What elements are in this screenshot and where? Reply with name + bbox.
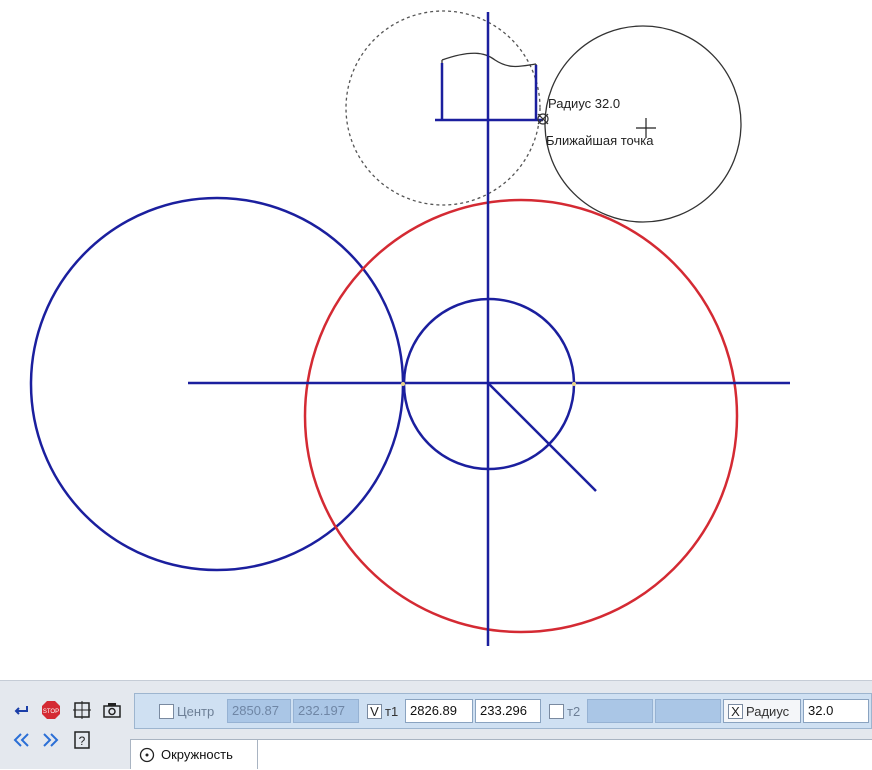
back-icon[interactable]	[10, 729, 32, 751]
snap-radius-label: Радиус 32.0	[548, 96, 621, 111]
radius-line	[488, 383, 597, 492]
center-checkbox[interactable]	[159, 704, 174, 719]
center-label: Центр	[177, 704, 215, 719]
tangent-marker	[401, 382, 405, 386]
forward-icon[interactable]	[40, 729, 62, 751]
help-icon[interactable]: ?	[71, 729, 93, 751]
svg-text:?: ?	[79, 734, 86, 748]
snap-icon[interactable]	[71, 699, 93, 721]
tab-strip	[258, 739, 872, 770]
snap-point-label: Ближайшая точка	[546, 133, 654, 148]
t1-checkbox[interactable]: V	[367, 704, 382, 719]
t1-label: т1	[385, 704, 399, 719]
stop-icon[interactable]: STOP	[40, 699, 62, 721]
camera-icon[interactable]	[101, 699, 123, 721]
t1-y-field[interactable]: 233.296	[475, 699, 541, 723]
svg-text:STOP: STOP	[43, 709, 59, 715]
t2-y-field[interactable]	[655, 699, 721, 723]
t2-x-field[interactable]	[587, 699, 653, 723]
t2-checkbox[interactable]	[549, 704, 564, 719]
tangent-marker	[572, 382, 576, 386]
radius-label: Радиус	[746, 704, 790, 719]
t2-label: т2	[567, 704, 581, 719]
tab-circle-label: Окружность	[161, 747, 233, 762]
radius-field[interactable]: 32.0	[803, 699, 869, 723]
t1-x-field[interactable]: 2826.89	[405, 699, 473, 723]
center-x-field[interactable]: 2850.87	[227, 699, 291, 723]
enter-icon[interactable]	[10, 699, 32, 721]
properties-bar: Центр 2850.87 232.197 V т1 2826.89 233.2…	[134, 693, 872, 729]
radius-checkbox[interactable]: X	[728, 704, 743, 719]
drawing-svg	[29, 10, 790, 646]
center-y-field[interactable]: 232.197	[293, 699, 359, 723]
circle-tool-icon	[139, 747, 155, 762]
radius-toggle-button[interactable]: X Радиус	[723, 699, 801, 723]
preview-circle	[544, 25, 742, 223]
property-panel: STOP ? Центр 2850.87 232.197 V т1 2826.8…	[0, 680, 872, 770]
tab-circle[interactable]: Окружность	[130, 739, 258, 769]
drawing-canvas[interactable]: Радиус 32.0 Ближайшая точка	[0, 0, 872, 680]
tab-bar: Окружность	[130, 737, 872, 770]
